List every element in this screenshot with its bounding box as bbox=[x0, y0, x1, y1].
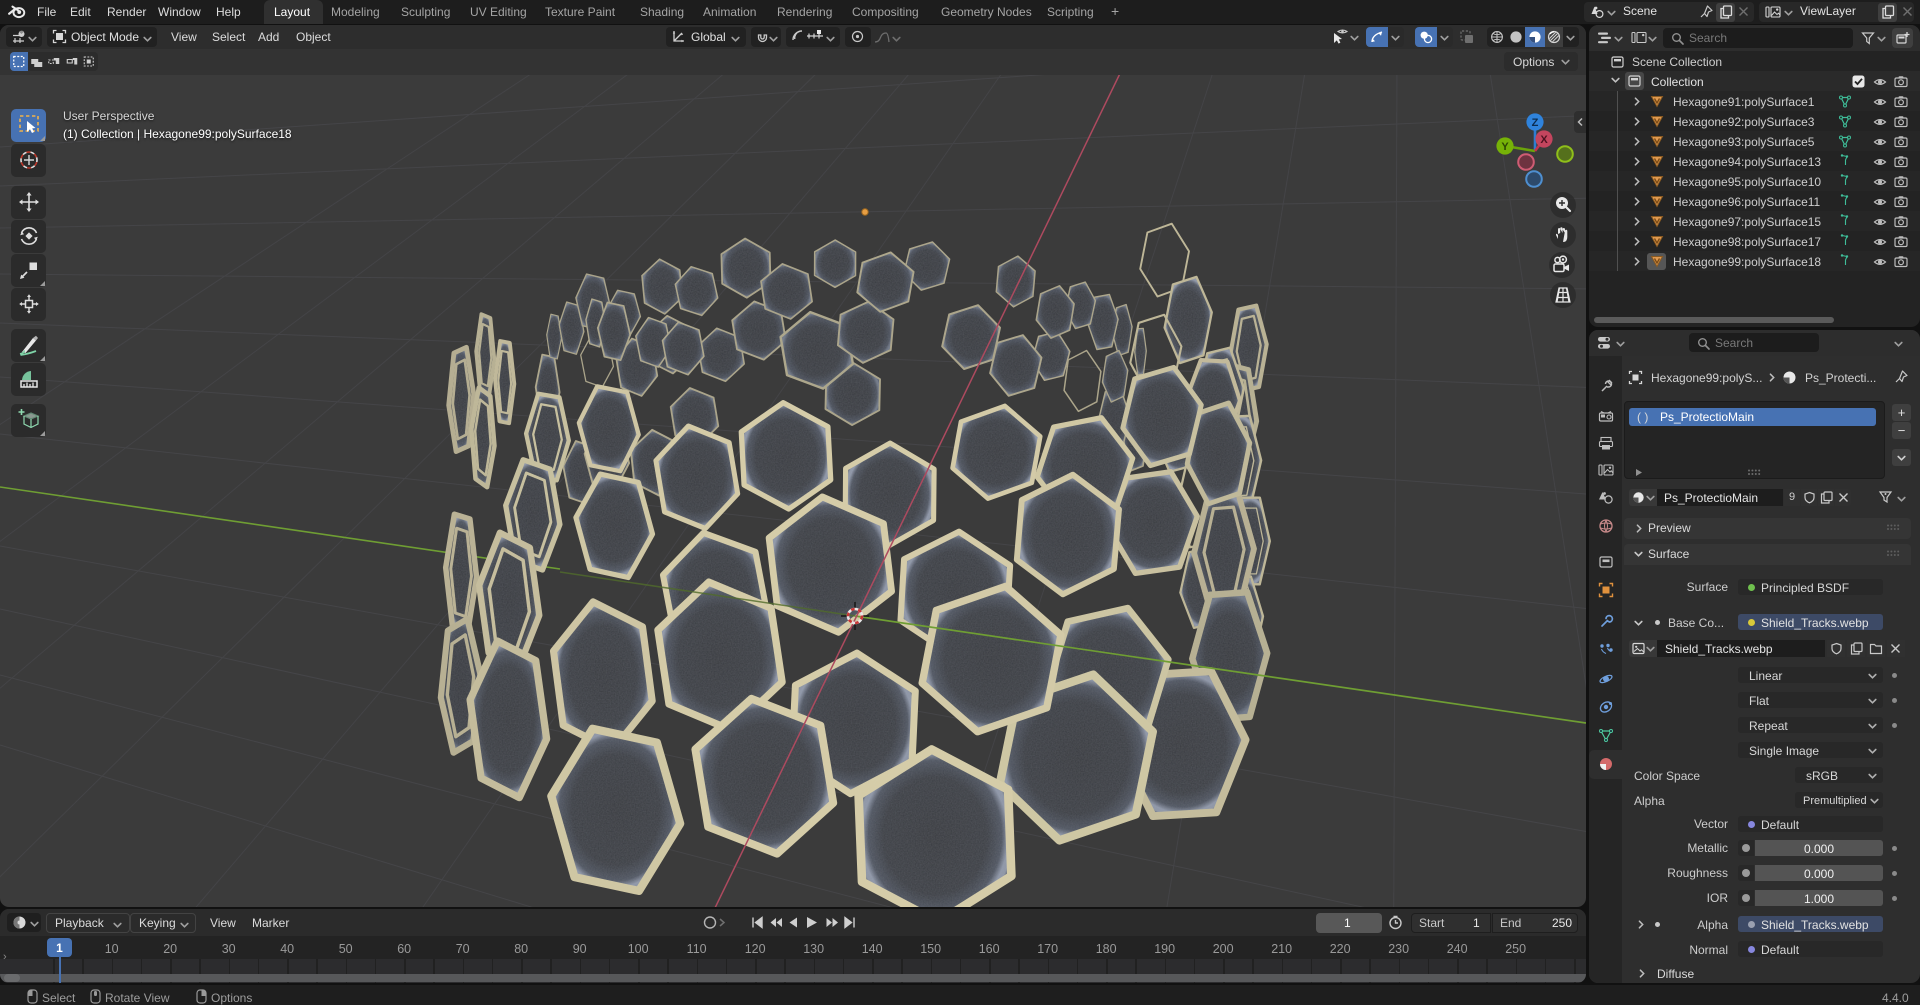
svg-text:X: X bbox=[1540, 134, 1548, 146]
svg-text:Y: Y bbox=[1501, 141, 1509, 153]
svg-text:Z: Z bbox=[1532, 117, 1539, 129]
